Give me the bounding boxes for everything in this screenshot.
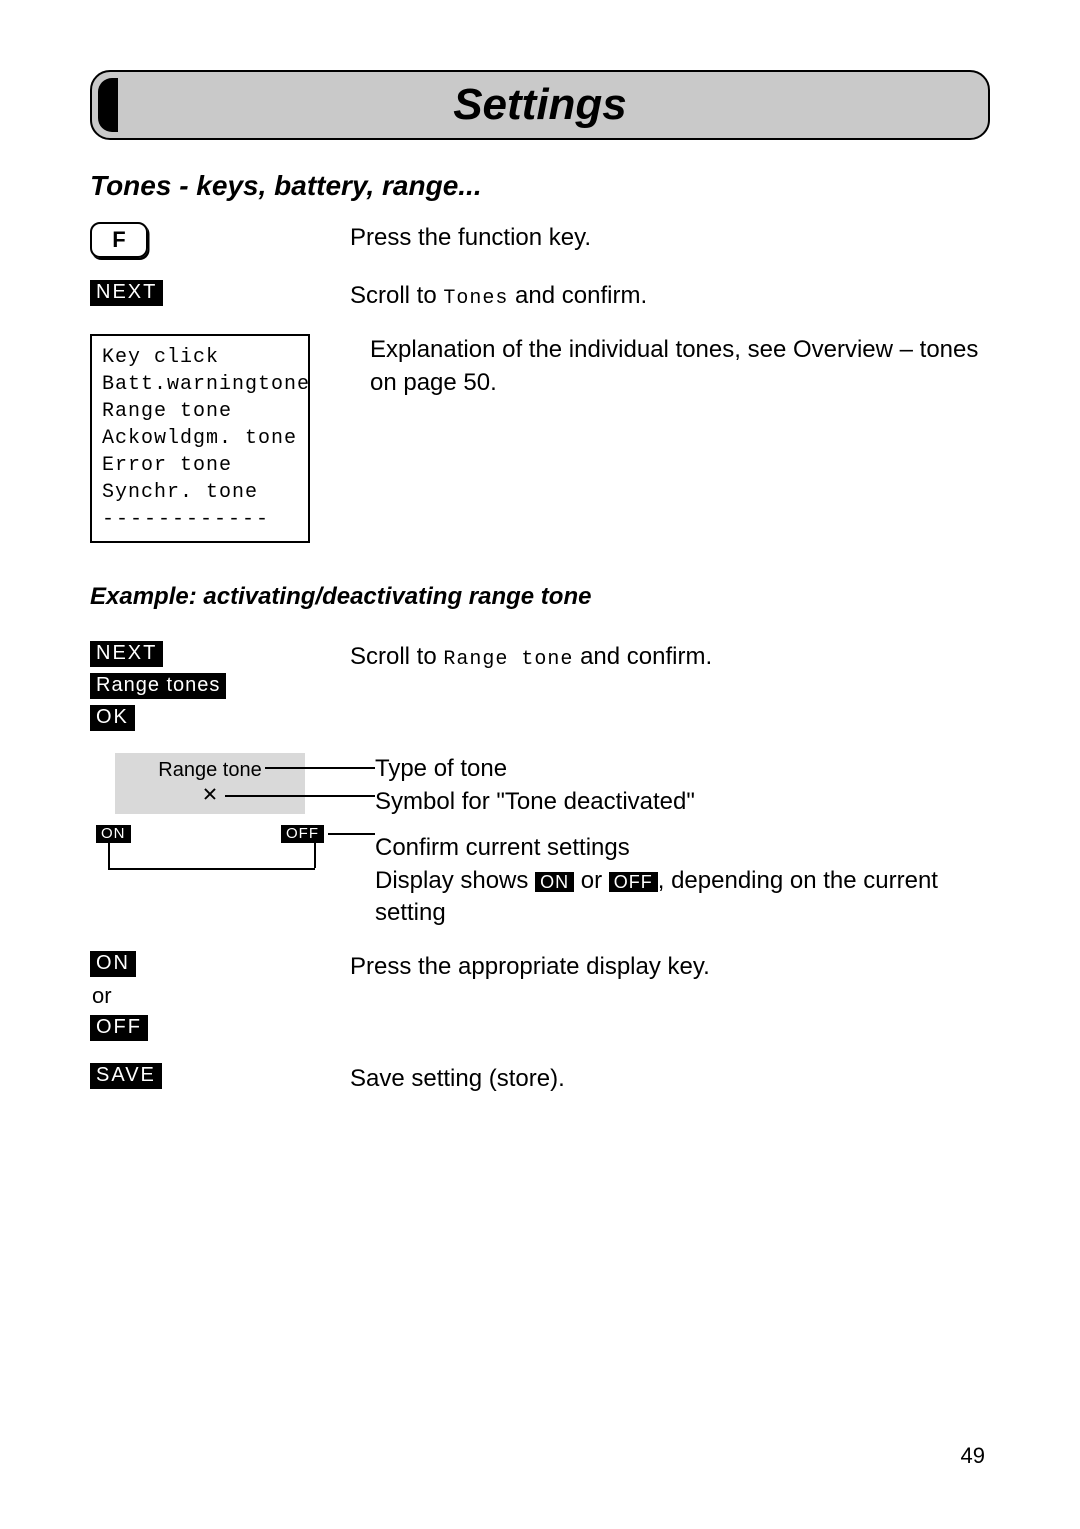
menu-item: Key click [102,346,300,369]
step-next-tones-text: Scroll to Tones and confirm. [350,280,990,312]
section-heading: Tones - keys, battery, range... [90,170,990,202]
bracket-line [314,843,316,868]
menu-item: Synchr. tone [102,481,300,504]
example-scroll-text: Scroll to Range tone and confirm. [350,641,990,673]
bracket-line [108,843,110,868]
menu-item: Range tone [102,400,300,423]
save-instruction: Save setting (store). [350,1063,990,1095]
diagram-label-symbol: Symbol for "Tone deactivated" [375,786,990,818]
connector-line [225,795,375,797]
connector-line [328,833,375,835]
text-pre: Scroll to [350,643,443,670]
step-fkey-text: Press the function key. [350,222,990,254]
bracket-line [108,868,315,870]
function-key-icon: F [90,222,148,258]
off-inline: OFF [609,872,658,893]
step-menu-row: Key click Batt.warningtone Range tone Ac… [90,334,990,543]
banner-tab-decoration [98,78,118,132]
step-fkey-row: F Press the function key. [90,222,990,258]
example-scroll-row: NEXT Range tones OK Scroll to Range tone… [90,641,990,731]
onoff-instruction: Press the appropriate display key. [350,951,990,983]
title-banner: Settings [90,70,990,140]
lcd-menu-box: Key click Batt.warningtone Range tone Ac… [90,334,310,543]
on-softkey: ON [96,825,131,842]
lcd-diagram: Range tone ✕ ON OFF [90,753,350,883]
example-diagram-row: Range tone ✕ ON OFF Type of tone Symbol … [90,753,990,929]
page-title: Settings [453,80,627,130]
ok-softkey: OK [90,705,135,731]
example-heading: Example: activating/deactivating range t… [90,583,990,611]
page: Settings Tones - keys, battery, range...… [0,0,1080,1529]
example-save-row: SAVE Save setting (store). [90,1063,990,1095]
example-onoff-row: ON or OFF Press the appropriate display … [90,951,990,1041]
save-softkey: SAVE [90,1063,162,1089]
range-tones-softkey: Range tones [90,673,226,699]
menu-item: Ackowldgm. tone [102,427,300,450]
or-text: or [92,983,112,1009]
diagram-tone-label: Range tone [123,759,297,782]
step-next-tones-row: NEXT Scroll to Tones and confirm. [90,280,990,312]
on-softkey: ON [90,951,136,977]
on-inline: ON [535,872,574,893]
text-fragment: or [574,867,609,894]
page-number: 49 [961,1443,985,1469]
off-softkey: OFF [281,825,324,842]
diagram-label-confirm: Confirm current settings [375,832,990,864]
connector-line [265,767,375,769]
lcd-screen: Range tone ✕ [115,753,305,814]
text-post: and confirm. [573,643,712,670]
menu-item-dashes: ------------ [102,508,300,531]
text-fragment: Display shows [375,867,535,894]
menu-item: Batt.warningtone [102,373,300,396]
next-softkey: NEXT [90,641,163,667]
menu-item: Error tone [102,454,300,477]
menu-explanation: Explanation of the individual tones, see… [350,334,990,399]
off-softkey: OFF [90,1015,148,1041]
text-post: and confirm. [508,282,647,309]
text-pre: Scroll to [350,282,443,309]
next-softkey: NEXT [90,280,163,306]
diagram-softkey-row: ON OFF [90,825,330,842]
lcd-tones: Tones [443,287,508,310]
diagram-label-type: Type of tone [375,753,990,785]
diagram-label-display: Display shows ON or OFF, depending on th… [375,865,990,930]
lcd-range-tone: Range tone [443,648,573,671]
